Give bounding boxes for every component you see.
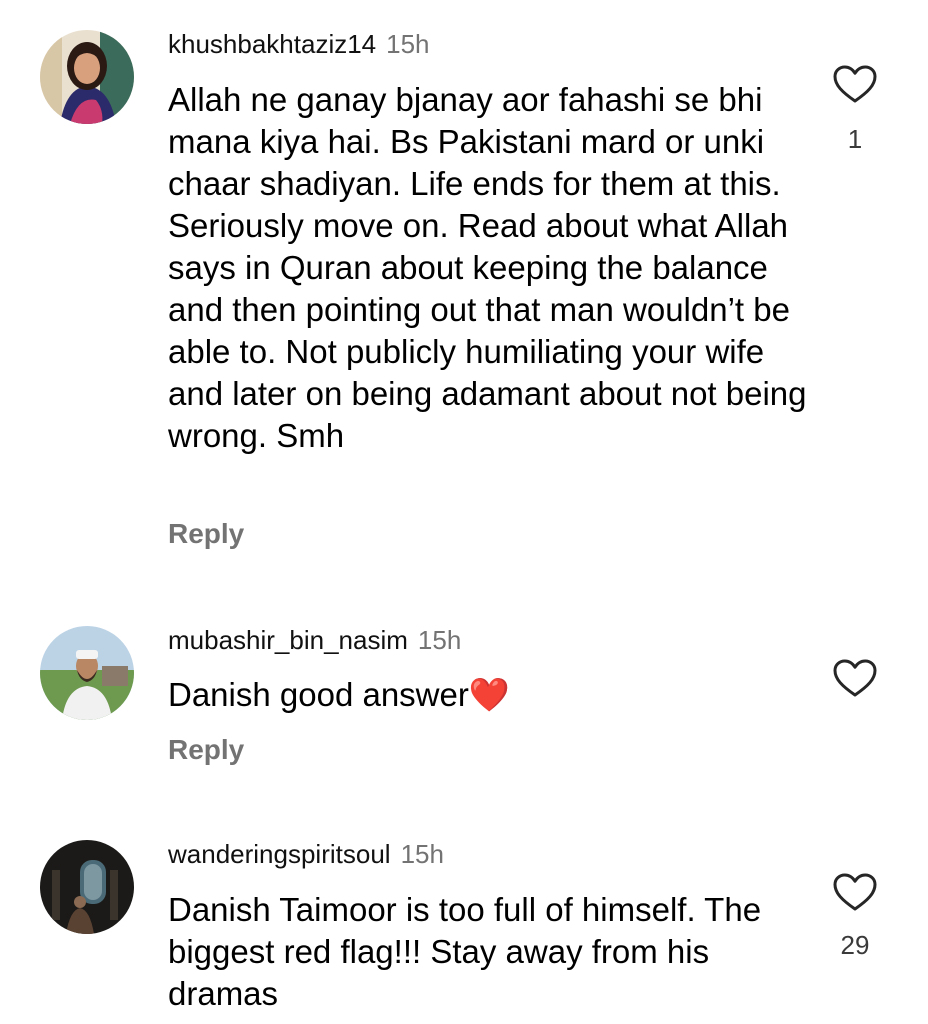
comment-text: Danish Taimoor is too full of himself. T… [168, 891, 762, 1012]
timestamp: 15h [400, 839, 444, 869]
avatar-image-man [40, 626, 134, 720]
reply-button[interactable]: Reply [168, 734, 244, 766]
avatar[interactable] [40, 626, 134, 720]
heart-icon [833, 65, 877, 103]
heart-icon [833, 873, 877, 911]
reply-button[interactable]: Reply [168, 518, 244, 550]
avatar[interactable] [40, 840, 134, 934]
username[interactable]: khushbakhtaziz14 [168, 29, 376, 59]
username[interactable]: mubashir_bin_nasim [168, 625, 408, 655]
like-button[interactable] [832, 872, 878, 912]
comment-text: Allah ne ganay bjanay aor fahashi se bhi… [168, 81, 807, 454]
username[interactable]: wanderingspiritsoul [168, 839, 391, 869]
like-count: 1 [847, 124, 863, 154]
comment-text: Danish good answer❤️ [168, 676, 510, 713]
avatar-image-dark-scene [40, 840, 134, 934]
like-button[interactable] [832, 658, 878, 698]
comment-header: khushbakhtaziz14 15h [168, 28, 430, 60]
avatar-image-woman [40, 30, 134, 124]
like-count: 29 [840, 930, 870, 960]
comment-header: wanderingspiritsoul 15h [168, 838, 444, 870]
comment-header: mubashir_bin_nasim 15h [168, 624, 461, 656]
avatar[interactable] [40, 30, 134, 124]
timestamp: 15h [417, 625, 462, 655]
like-button[interactable] [832, 64, 878, 104]
timestamp: 15h [386, 29, 430, 59]
heart-icon [833, 659, 877, 697]
